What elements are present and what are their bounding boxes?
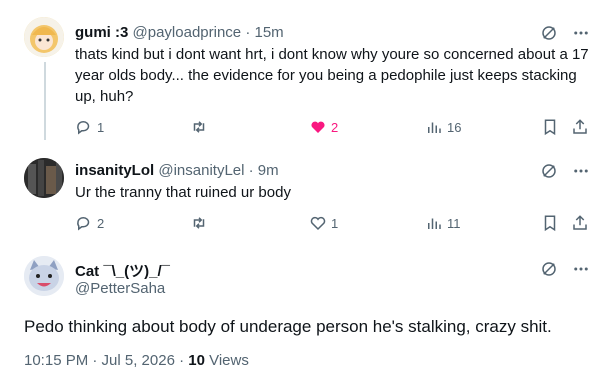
views-icon (428, 122, 441, 133)
like-button[interactable]: 1 (309, 214, 338, 232)
thread-line (44, 62, 46, 140)
post-text: Pedo thinking about body of underage per… (24, 317, 552, 336)
like-button[interactable]: 2 (309, 118, 338, 136)
reply-tweet-2[interactable]: insanityLol @insanityLel · 9m Ur the tra… (0, 140, 608, 240)
more-icon[interactable] (572, 162, 590, 180)
action-bar: 2 1 11 (75, 214, 595, 234)
views-count: 11 (447, 215, 461, 231)
tweet-header: gumi :3 @payloadprince · 15m (75, 24, 284, 41)
reply-count: 2 (97, 215, 105, 231)
bookmark-button[interactable] (541, 118, 559, 136)
repost-icon (193, 217, 205, 229)
post-author: Cat ¯\_(ツ)_/¯ (75, 260, 170, 281)
display-name[interactable]: Cat ¯\_(ツ)_/¯ (75, 263, 170, 280)
share-button[interactable] (571, 118, 589, 136)
avatar[interactable] (24, 17, 64, 57)
bookmark-button[interactable] (541, 214, 559, 232)
like-count: 1 (331, 215, 339, 231)
avatar[interactable] (24, 158, 64, 198)
post-timestamp[interactable]: 10:15 PM · Jul 5, 2026 · (24, 352, 188, 369)
views-icon (428, 218, 441, 229)
post-views-count: 10 (188, 352, 205, 369)
grok-icon[interactable] (540, 260, 558, 278)
more-icon[interactable] (572, 24, 590, 42)
like-icon (310, 216, 326, 231)
post-views-label: Views (204, 352, 249, 369)
grok-icon[interactable] (540, 162, 558, 180)
display-name[interactable]: gumi :3 (75, 24, 128, 41)
repost-button[interactable] (190, 118, 212, 136)
views-count: 16 (447, 119, 462, 135)
user-handle[interactable]: @payloadprince (133, 24, 242, 41)
bookmark-icon (544, 119, 556, 136)
reply-count: 1 (97, 119, 105, 135)
action-bar: 1 2 16 (75, 118, 595, 138)
share-button[interactable] (571, 214, 589, 232)
post-meta: 10:15 PM · Jul 5, 2026 · 10 Views (24, 352, 249, 369)
timestamp[interactable]: · 9m (249, 162, 279, 179)
reply-icon (77, 121, 90, 135)
views-button[interactable]: 16 (425, 118, 461, 136)
user-handle[interactable]: @PetterSaha (75, 280, 165, 297)
share-icon (573, 119, 587, 134)
timestamp[interactable]: · 15m (245, 24, 283, 41)
tweet-text: Ur the tranny that ruined ur body (75, 184, 291, 201)
display-name[interactable]: insanityLol (75, 162, 154, 179)
bookmark-icon (544, 215, 556, 232)
like-icon (311, 121, 325, 133)
tweet-text: thats kind but i dont want hrt, i dont k… (75, 46, 589, 105)
repost-button[interactable] (190, 214, 212, 232)
like-count: 2 (331, 119, 339, 135)
main-post: Cat ¯\_(ツ)_/¯ @PetterSaha Pedo thinking … (0, 240, 608, 378)
post-handle-row: @PetterSaha (75, 280, 165, 297)
reply-button[interactable]: 2 (75, 214, 104, 232)
reply-button[interactable]: 1 (75, 118, 104, 136)
tweet-header: insanityLol @insanityLel · 9m (75, 162, 279, 179)
grok-icon[interactable] (540, 24, 558, 42)
user-handle[interactable]: @insanityLel (158, 162, 244, 179)
reply-tweet-1[interactable]: gumi :3 @payloadprince · 15m thats kind … (0, 0, 608, 140)
reply-icon (77, 217, 90, 231)
avatar[interactable] (24, 256, 64, 296)
repost-icon (193, 121, 205, 133)
more-icon[interactable] (572, 260, 590, 278)
share-icon (573, 215, 587, 230)
views-button[interactable]: 11 (425, 214, 461, 232)
